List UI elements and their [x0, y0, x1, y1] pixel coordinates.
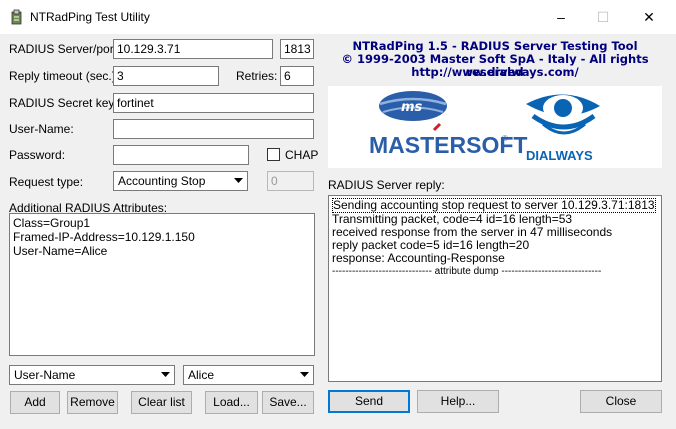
- mastersoft-logo: ms MASTERSOFT ® DIALWAYS: [369, 91, 600, 163]
- registered-mark: ®: [502, 134, 508, 143]
- reply-output[interactable]: Sending accounting stop request to serve…: [328, 195, 662, 382]
- server-input[interactable]: 10.129.3.71: [113, 39, 273, 59]
- close-window-button[interactable]: ✕: [626, 0, 672, 34]
- logo-panel: ms MASTERSOFT ® DIALWAYS: [328, 86, 662, 168]
- attribute-value-value: Alice: [188, 368, 215, 382]
- minimize-icon: –: [557, 9, 565, 25]
- reply-label: RADIUS Server reply:: [328, 178, 445, 192]
- attributes-list[interactable]: Class=Group1 Framed-IP-Address=10.129.1.…: [9, 213, 315, 356]
- close-icon: ✕: [643, 9, 655, 25]
- dialways-wordmark: DIALWAYS: [526, 148, 593, 163]
- dialways-logo: DIALWAYS: [526, 94, 600, 163]
- secret-label: RADIUS Secret key:: [9, 96, 118, 110]
- chap-label: CHAP: [285, 148, 319, 162]
- chevron-down-icon: [296, 366, 313, 384]
- timeout-label: Reply timeout (sec.):: [9, 69, 120, 83]
- title-bar[interactable]: NTRadPing Test Utility – ☐ ✕: [0, 0, 676, 34]
- attribute-value-select[interactable]: Alice: [183, 365, 314, 385]
- attribute-line: User-Name=Alice: [13, 244, 108, 258]
- request-type-label: Request type:: [9, 175, 84, 189]
- attribute-line: Framed-IP-Address=10.129.1.150: [13, 230, 195, 244]
- chevron-down-icon: [230, 172, 247, 190]
- load-button[interactable]: Load...: [205, 391, 258, 414]
- request-type-select[interactable]: Accounting Stop: [113, 171, 248, 191]
- request-number-input: 0: [267, 171, 314, 191]
- maximize-icon: ☐: [596, 9, 610, 25]
- minimize-button[interactable]: –: [538, 0, 584, 34]
- help-button[interactable]: Help...: [417, 390, 499, 413]
- secret-input[interactable]: fortinet: [113, 93, 314, 113]
- maximize-button[interactable]: ☐: [580, 0, 626, 34]
- chap-checkbox[interactable]: [267, 148, 280, 161]
- request-type-value: Accounting Stop: [118, 174, 206, 188]
- reply-line: ------------------------------ attribute…: [332, 266, 602, 277]
- app-icon: [11, 9, 22, 25]
- close-button[interactable]: Close: [580, 390, 662, 413]
- port-input[interactable]: 1813: [280, 39, 314, 59]
- send-button[interactable]: Send: [328, 390, 410, 413]
- retries-input[interactable]: 6: [280, 66, 314, 86]
- attribute-line: Class=Group1: [13, 216, 91, 230]
- attribute-name-value: User-Name: [14, 368, 76, 382]
- remove-button[interactable]: Remove: [67, 391, 118, 414]
- server-label: RADIUS Server/port:: [9, 42, 121, 56]
- retries-label: Retries:: [236, 69, 278, 83]
- username-input[interactable]: [113, 119, 314, 139]
- username-label: User-Name:: [9, 122, 74, 136]
- window-title: NTRadPing Test Utility: [30, 10, 150, 24]
- attribute-name-select[interactable]: User-Name: [9, 365, 175, 385]
- save-button[interactable]: Save...: [262, 391, 314, 414]
- password-input[interactable]: [113, 145, 249, 165]
- reply-line: response: Accounting-Response: [332, 251, 505, 265]
- chevron-down-icon: [157, 366, 174, 384]
- reply-line: Sending accounting stop request to serve…: [332, 198, 656, 213]
- password-label: Password:: [9, 148, 66, 162]
- timeout-input[interactable]: 3: [113, 66, 219, 86]
- clear-list-button[interactable]: Clear list: [131, 391, 192, 414]
- add-button[interactable]: Add: [10, 391, 60, 414]
- mastersoft-badge-text: ms: [401, 100, 423, 115]
- header-url[interactable]: http://www.dialways.com/: [325, 66, 665, 79]
